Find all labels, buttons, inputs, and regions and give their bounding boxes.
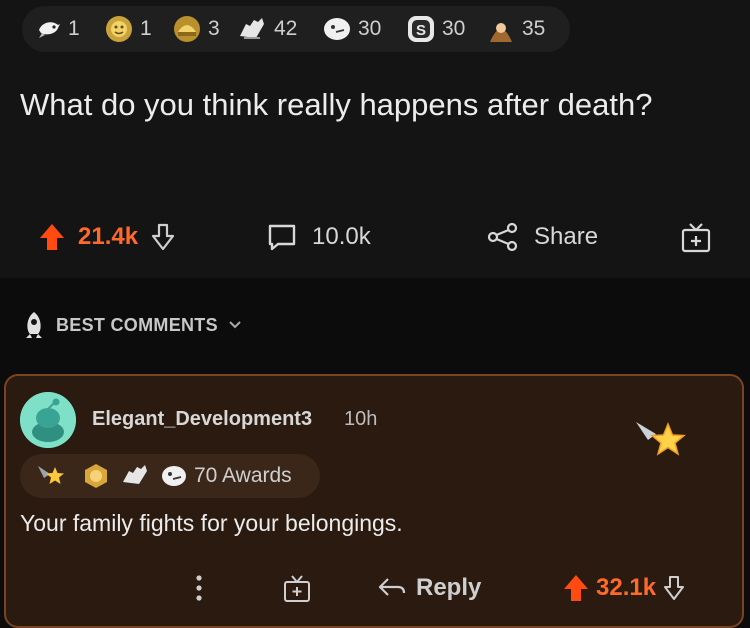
share-icon xyxy=(487,222,518,252)
coin-award-icon: S xyxy=(408,16,434,42)
comment-vote-group: 32.1k xyxy=(562,566,686,610)
gift-award-icon xyxy=(284,575,310,602)
best-comments-label: BEST COMMENTS xyxy=(56,314,218,335)
award-monk: 35 xyxy=(486,12,545,46)
snoo-avatar-icon xyxy=(20,392,76,448)
more-vertical-icon xyxy=(196,575,202,601)
chevron-down-icon xyxy=(229,321,241,329)
share-label: Share xyxy=(534,223,599,250)
post-action-bar: 21.4k 10.0k Share xyxy=(0,212,750,262)
rocket-icon xyxy=(26,312,42,338)
reply-arrow-icon xyxy=(378,578,406,596)
rocket-star-award-icon xyxy=(38,466,64,484)
comments-count: 10.0k xyxy=(312,223,371,250)
award-button[interactable] xyxy=(680,212,712,262)
badge-award-icon xyxy=(85,464,107,488)
comment-card: Elegant_Development3 10h 70 Awards Your … xyxy=(4,374,744,628)
upvote-group: 21.4k xyxy=(38,212,176,262)
reply-label: Reply xyxy=(416,574,482,601)
comment-timestamp: 10h xyxy=(344,408,378,430)
comment-awards-bar[interactable]: 70 Awards xyxy=(20,454,320,498)
comment-awards-label: 70 Awards xyxy=(194,464,292,487)
comments-button[interactable]: 10.0k xyxy=(266,212,371,262)
upvote-arrow-icon[interactable] xyxy=(562,573,590,603)
comment-award-button[interactable] xyxy=(282,566,312,610)
bird-award-icon xyxy=(39,22,60,38)
comment-body: Your family fights for your belongings. xyxy=(20,510,403,536)
monk-award-icon xyxy=(490,23,512,42)
post-title[interactable]: What do you think really happens after d… xyxy=(20,84,660,126)
award-helmet: 3 xyxy=(172,12,220,46)
more-options-button[interactable] xyxy=(194,566,204,610)
post-upvote-count: 21.4k xyxy=(78,223,139,250)
award-count: 30 xyxy=(442,17,466,40)
avatar[interactable] xyxy=(20,392,76,448)
reply-button[interactable]: Reply xyxy=(376,566,481,610)
svg-text:S: S xyxy=(416,22,426,39)
bubble-award-icon xyxy=(324,18,350,40)
downvote-arrow-icon[interactable] xyxy=(150,222,176,252)
post-card: 1 1 3 42 30 S 30 35 What do you think re… xyxy=(0,0,750,278)
award-count: 1 xyxy=(68,17,80,40)
upvote-arrow-icon[interactable] xyxy=(38,222,66,252)
downvote-arrow-icon[interactable] xyxy=(662,574,686,602)
hands-award-icon xyxy=(240,18,264,39)
share-button[interactable]: Share xyxy=(486,212,598,262)
award-bubble: 30 xyxy=(322,12,381,46)
award-count: 35 xyxy=(522,17,546,40)
award-count: 42 xyxy=(274,17,298,40)
post-awards-bar[interactable]: 1 1 3 42 30 S 30 35 xyxy=(22,6,570,52)
comment-bubble-icon xyxy=(268,224,296,251)
sort-comments-dropdown[interactable]: BEST COMMENTS xyxy=(20,310,242,340)
award-hands: 42 xyxy=(236,12,297,46)
sun-award-icon xyxy=(106,16,132,42)
award-count: 3 xyxy=(208,17,220,40)
comment-upvote-count: 32.1k xyxy=(596,574,657,601)
helmet-award-icon xyxy=(174,16,200,42)
comment-username[interactable]: Elegant_Development3 xyxy=(92,408,312,431)
award-count: 30 xyxy=(358,17,382,40)
award-sun: 1 xyxy=(104,12,152,46)
award-bird: 1 xyxy=(36,12,80,46)
award-count: 1 xyxy=(140,17,152,40)
hands-award-icon xyxy=(123,465,147,484)
gold-star-award-icon xyxy=(636,422,686,456)
award-coin: S 30 xyxy=(406,12,465,46)
comment-action-bar: Reply 32.1k xyxy=(6,566,742,610)
gift-award-icon xyxy=(681,223,711,253)
bubble-award-icon xyxy=(162,466,186,486)
